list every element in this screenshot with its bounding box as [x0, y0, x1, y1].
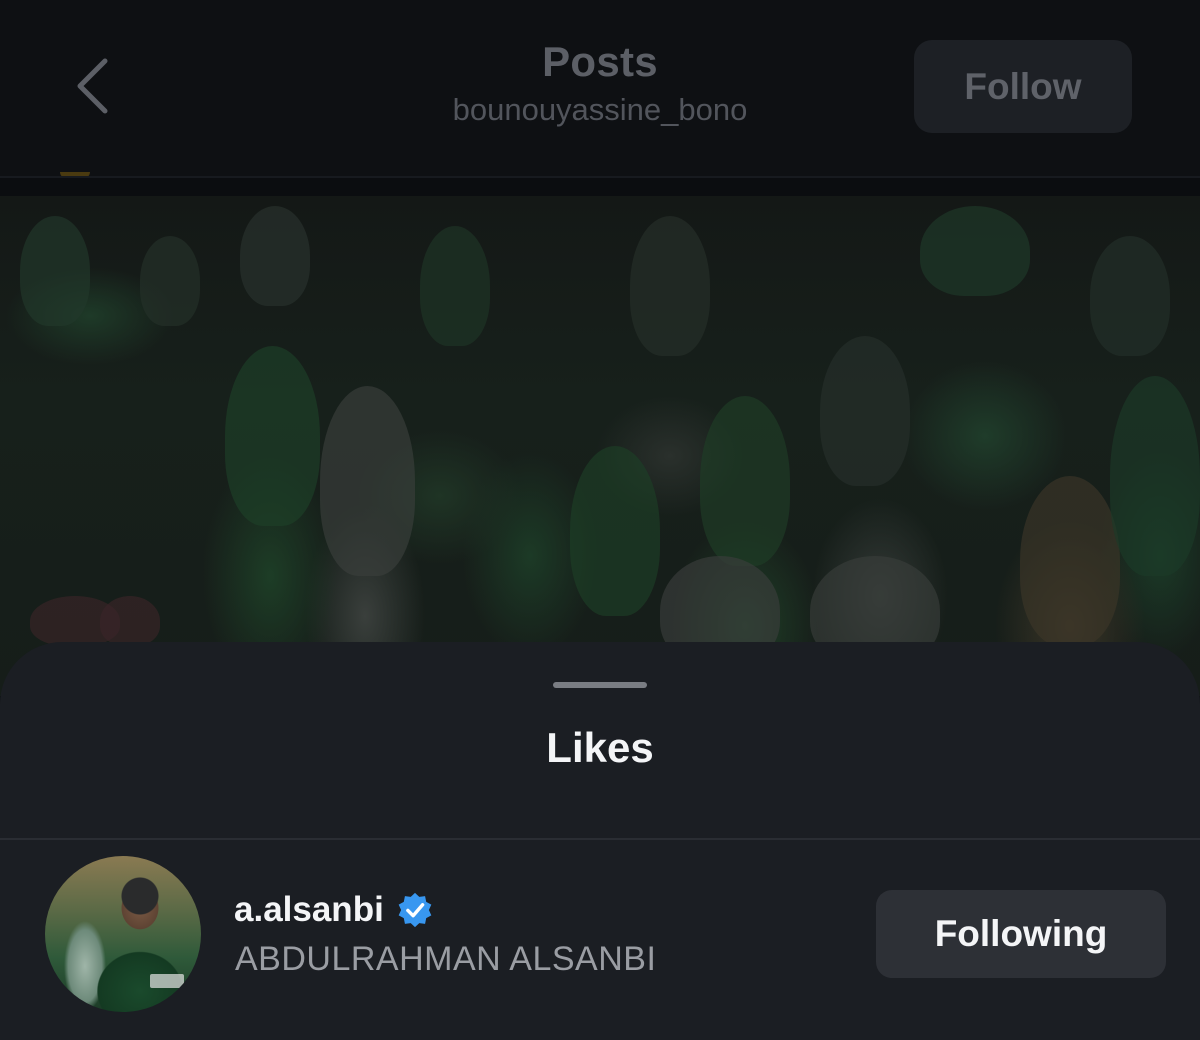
crowd-figure: [100, 596, 160, 646]
crowd-figure: [820, 336, 910, 486]
page-subtitle-username[interactable]: bounouyassine_bono: [350, 92, 850, 128]
verified-badge-icon: [396, 891, 434, 929]
crowd-figure: [240, 206, 310, 306]
crowd-figure: [570, 446, 660, 616]
crowd-figure: [225, 346, 320, 526]
following-button[interactable]: Following: [876, 890, 1166, 978]
crowd-figure: [630, 216, 710, 356]
crowd-figure: [1110, 376, 1200, 576]
crowd-figure: [20, 216, 90, 326]
crowd-figure: [320, 386, 415, 576]
crowd-figure: [920, 206, 1030, 296]
sheet-grabber-handle[interactable]: [553, 682, 647, 688]
username-line: a.alsanbi: [234, 886, 434, 934]
full-name: ABDULRAHMAN ALSANBI: [235, 940, 657, 978]
screen: Posts bounouyassine_bono Follow Likes a.…: [0, 0, 1200, 1040]
chevron-left-icon: [75, 57, 109, 120]
follow-button[interactable]: Follow: [914, 40, 1132, 133]
sheet-title: Likes: [546, 724, 654, 771]
crowd-figure: [140, 236, 200, 326]
back-button[interactable]: [62, 52, 122, 124]
divider: [0, 176, 1200, 178]
crowd-figure: [700, 396, 790, 566]
avatar-detail: [150, 974, 184, 988]
crowd-figure: [420, 226, 490, 346]
top-nav-bar: Posts bounouyassine_bono Follow: [0, 0, 1200, 178]
post-image[interactable]: [0, 196, 1200, 696]
crowd-figure: [1020, 476, 1120, 646]
avatar[interactable]: [45, 856, 201, 1012]
page-title: Posts: [542, 38, 658, 85]
list-item[interactable]: a.alsanbi ABDULRAHMAN ALSANBI Following: [0, 840, 1200, 1040]
crowd-figure: [1090, 236, 1170, 356]
username[interactable]: a.alsanbi: [234, 890, 384, 930]
